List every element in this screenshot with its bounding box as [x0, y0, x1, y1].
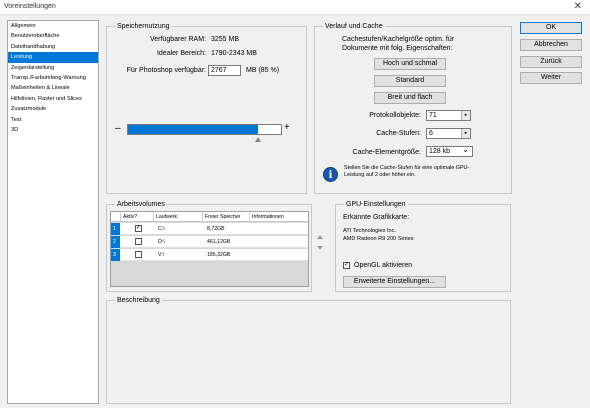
cache-levels-label: Cache-Stufen:	[376, 130, 421, 137]
history-states-input[interactable]: 71 ▸	[426, 110, 471, 121]
big-flat-button[interactable]: Breit und flach	[374, 92, 446, 104]
sidebar-item-dateihandhabung[interactable]: Dateihandhabung	[8, 42, 98, 52]
opengl-checkbox[interactable]: ✓	[343, 262, 350, 269]
history-states-label: Protokollobjekte:	[369, 112, 421, 119]
cache-levels-input[interactable]: 6 ▸	[426, 128, 471, 139]
table-row[interactable]: 3 V:\ 185,32GB	[111, 249, 308, 261]
sidebar-item-text[interactable]: Text	[8, 115, 98, 125]
cache-info-text: Stellen Sie die Cache-Stufen für eine op…	[344, 165, 470, 178]
header-free-space: Freier Speicher	[203, 212, 250, 222]
check-icon: ✓	[136, 225, 142, 231]
advanced-settings-button[interactable]: Erweiterte Einstellungen...	[343, 276, 446, 288]
gpu-vendor: ATI Technologies Inc.	[343, 228, 396, 234]
memory-usage-legend: Speichernutzung	[115, 22, 172, 31]
scratch-disks-legend: Arbeitsvolumes	[115, 200, 167, 209]
history-cache-legend: Verlauf und Cache	[323, 22, 385, 31]
ideal-range-label: Idealer Bereich:	[156, 50, 206, 57]
history-states-arrow-icon[interactable]: ▸	[461, 111, 470, 120]
cache-levels-value: 6	[429, 130, 433, 137]
move-up-icon[interactable]	[317, 235, 323, 239]
memory-slider-thumb[interactable]	[255, 137, 262, 142]
scratch-disks-table: Aktiv? Laufwerk Freier Speicher Informat…	[110, 211, 309, 287]
active-checkbox[interactable]	[135, 238, 142, 245]
chevron-down-icon: ⌄	[462, 145, 469, 154]
table-header: Aktiv? Laufwerk Freier Speicher Informat…	[111, 212, 308, 222]
description-group: Beschreibung	[106, 296, 511, 404]
sidebar-item-allgemein[interactable]: Allgemein	[8, 21, 98, 31]
sidebar-item-zusatzmodule[interactable]: Zusatzmodule	[8, 104, 98, 114]
available-ram-value: 3255 MB	[211, 36, 240, 43]
drive-cell: C:\	[158, 226, 165, 232]
table-row[interactable]: 1 ✓ C:\ 8,72GB	[111, 223, 308, 235]
memory-slider[interactable]	[127, 124, 282, 135]
cache-levels-arrow-icon[interactable]: ▸	[461, 129, 470, 138]
window-title: Voreinstellungen	[4, 3, 56, 10]
history-states-value: 71	[429, 112, 437, 119]
photoshop-memory-input[interactable]: 2767	[208, 65, 241, 76]
row-number: 2	[111, 236, 120, 248]
close-icon[interactable]: ✕	[574, 1, 582, 12]
free-space-cell: 8,72GB	[207, 226, 225, 232]
check-icon: ✓	[344, 262, 350, 268]
sidebar-item-3d[interactable]: 3D	[8, 125, 98, 135]
info-cell	[252, 223, 254, 235]
cache-tile-size-label: Cache-Elementgröße:	[352, 149, 421, 156]
memory-slider-fill	[128, 125, 259, 134]
gpu-settings-legend: GPU-Einstellungen	[344, 200, 408, 209]
drive-cell: D:\	[158, 239, 165, 245]
row-number: 1	[111, 223, 120, 235]
cache-tile-size-value: 128 kb	[429, 148, 451, 155]
gpu-model: AMD Radeon R9 200 Series	[343, 236, 414, 242]
drive-cell: V:\	[158, 252, 165, 258]
sidebar-item-hilfslinien[interactable]: Hilfslinien, Raster und Slices	[8, 94, 98, 104]
photoshop-memory-unit: MB (85 %)	[246, 67, 280, 74]
ok-button[interactable]: OK	[520, 22, 582, 34]
sidebar-item-masseinheiten[interactable]: Maßeinheiten & Lineale	[8, 83, 98, 93]
opengl-label: OpenGL aktivieren	[354, 262, 413, 269]
slider-minus-icon[interactable]: –	[115, 123, 121, 134]
info-cell	[252, 236, 254, 248]
cancel-button[interactable]: Abbrechen	[520, 39, 582, 51]
title-bar: Voreinstellungen ✕	[0, 0, 590, 15]
cache-tile-size-select[interactable]: 128 kb ⌄	[426, 145, 473, 157]
info-icon: i	[323, 167, 338, 182]
header-info: Informationen	[252, 214, 284, 220]
sidebar-item-zeigerdarstellung[interactable]: Zeigerdarstellung	[8, 63, 98, 73]
description-legend: Beschreibung	[115, 296, 162, 305]
category-list[interactable]: Allgemein Benutzeroberfläche Dateihandha…	[7, 20, 99, 404]
available-ram-label: Verfügbarer RAM:	[149, 36, 206, 43]
active-checkbox[interactable]: ✓	[135, 225, 142, 232]
sidebar-item-transparenz[interactable]: Transp./Farbumfang-Warnung	[8, 73, 98, 83]
back-button[interactable]: Zurück	[520, 56, 582, 68]
tall-thin-button[interactable]: Hoch und schmal	[374, 58, 446, 70]
sidebar-item-leistung[interactable]: Leistung	[8, 52, 98, 63]
cache-description: Cachestufen/Kachelgröße optim. für Dokum…	[342, 36, 455, 52]
detected-gpu-label: Erkannte Grafikkarte:	[343, 214, 410, 221]
free-space-cell: 461,12GB	[207, 239, 231, 245]
info-cell	[252, 249, 254, 261]
sidebar-item-benutzeroberflaeche[interactable]: Benutzeroberfläche	[8, 31, 98, 41]
ideal-range-value: 1790-2343 MB	[211, 50, 257, 57]
move-down-icon[interactable]	[317, 246, 323, 250]
header-drive: Laufwerk	[154, 212, 203, 222]
active-checkbox[interactable]	[135, 251, 142, 258]
table-row[interactable]: 2 D:\ 461,12GB	[111, 236, 308, 248]
default-button[interactable]: Standard	[374, 75, 446, 87]
next-button[interactable]: Weiter	[520, 72, 582, 84]
row-number: 3	[111, 249, 120, 261]
header-index	[111, 212, 121, 222]
free-space-cell: 185,32GB	[207, 252, 231, 258]
header-active: Aktiv?	[121, 212, 154, 222]
photoshop-available-label: Für Photoshop verfügbar:	[126, 67, 206, 74]
slider-plus-icon[interactable]: +	[284, 122, 290, 133]
